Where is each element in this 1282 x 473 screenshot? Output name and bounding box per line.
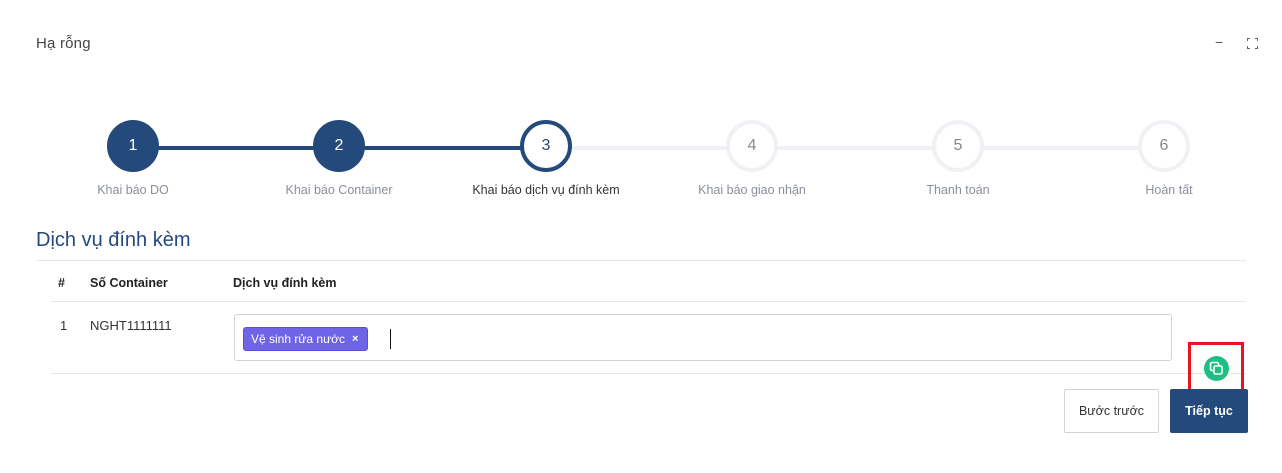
step-circle: 4 — [726, 120, 778, 172]
step-6[interactable]: 6 Hoàn tất — [1064, 120, 1264, 197]
step-4[interactable]: 4 Khai báo giao nhận — [652, 120, 852, 197]
service-tag-input[interactable]: Vệ sinh rửa nước × — [234, 314, 1172, 361]
step-label: Khai báo DO — [97, 183, 169, 197]
header-container: Số Container — [90, 276, 168, 290]
row-index: 1 — [60, 318, 68, 333]
header-index: # — [58, 276, 65, 290]
row-container-number: NGHT1111111 — [90, 318, 172, 333]
section-title: Dịch vụ đính kèm — [36, 229, 191, 251]
step-circle: 6 — [1138, 120, 1190, 172]
step-circle: 3 — [520, 120, 572, 172]
next-button[interactable]: Tiếp tục — [1170, 389, 1248, 433]
copy-button[interactable] — [1204, 356, 1229, 381]
step-3[interactable]: 3 Khai báo dịch vụ đính kèm — [446, 120, 646, 197]
header-services: Dịch vụ đính kèm — [233, 276, 337, 290]
step-label: Khai báo dịch vụ đính kèm — [472, 183, 620, 197]
step-5[interactable]: 5 Thanh toán — [858, 120, 1058, 197]
services-table: # Số Container Dịch vụ đính kèm 1 NGHT11… — [51, 262, 1246, 396]
step-circle: 5 — [932, 120, 984, 172]
service-tag: Vệ sinh rửa nước × — [243, 327, 369, 351]
step-label: Thanh toán — [926, 183, 990, 197]
service-tag-label: Vệ sinh rửa nước — [251, 332, 345, 346]
table-header: # Số Container Dịch vụ đính kèm — [51, 262, 1246, 302]
step-label: Khai báo Container — [285, 183, 393, 197]
copy-highlight-box — [1188, 342, 1244, 396]
step-label: Hoàn tất — [1145, 183, 1193, 197]
maximize-icon[interactable] — [1247, 38, 1258, 49]
back-button[interactable]: Bước trước — [1064, 389, 1159, 433]
step-label: Khai báo giao nhận — [698, 183, 806, 197]
copy-icon — [1209, 361, 1223, 375]
table-row: 1 NGHT1111111 Vệ sinh rửa nước × — [51, 302, 1246, 396]
minimize-button[interactable]: − — [1215, 34, 1223, 50]
step-2[interactable]: 2 Khai báo Container — [239, 120, 439, 197]
step-circle: 1 — [107, 120, 159, 172]
window-title: Hạ rỗng — [36, 35, 91, 52]
step-1[interactable]: 1 Khai báo DO — [33, 120, 233, 197]
text-caret — [390, 329, 391, 349]
section-divider — [36, 260, 1246, 261]
step-circle: 2 — [313, 120, 365, 172]
stepper: 1 Khai báo DO 2 Khai báo Container 3 Kha… — [0, 120, 1282, 210]
close-icon[interactable]: × — [352, 333, 358, 345]
